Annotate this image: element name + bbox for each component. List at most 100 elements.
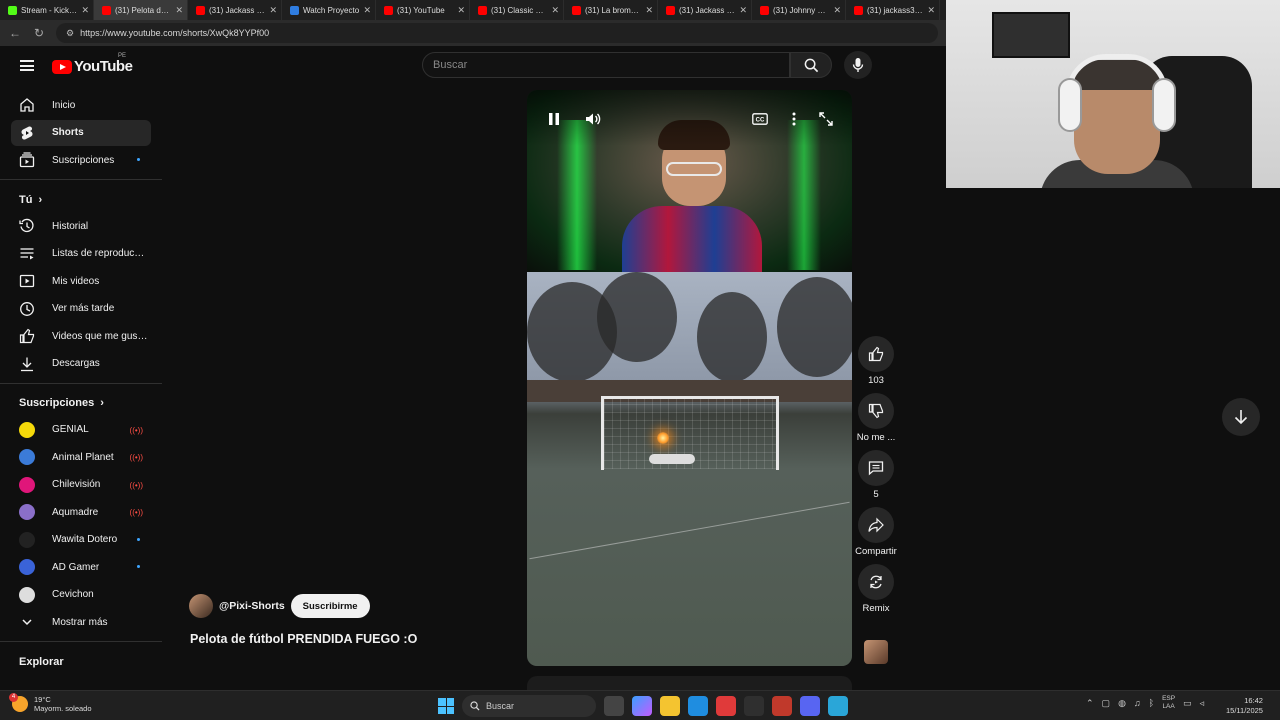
browser-tab[interactable]: (31) Classic Blue ✕ xyxy=(470,0,564,20)
pause-button[interactable] xyxy=(545,110,563,128)
close-icon[interactable]: ✕ xyxy=(457,5,465,16)
app-icon[interactable] xyxy=(772,696,792,716)
windows-start-icon[interactable] xyxy=(438,698,454,714)
tray-app-icon[interactable]: ♫ xyxy=(1134,698,1141,708)
discord-icon[interactable] xyxy=(800,696,820,716)
you-section-heading[interactable]: Tú › xyxy=(0,186,162,213)
network-icon[interactable]: ▭ xyxy=(1183,698,1192,709)
channel-name[interactable]: @Pixi-Shorts xyxy=(219,600,285,612)
show-more-button[interactable]: Mostrar más xyxy=(11,609,151,635)
task-view-icon[interactable] xyxy=(604,696,624,716)
sidebar-item-inicio[interactable]: Inicio xyxy=(11,92,151,118)
browser-tab[interactable]: Stream - Kick Dashboard✕ xyxy=(0,0,94,20)
sidebar-item-ver-más-tarde[interactable]: Ver más tarde xyxy=(11,296,151,322)
subscription-channel[interactable]: Animal Planet ((•)) xyxy=(11,444,151,470)
close-icon[interactable]: ✕ xyxy=(363,5,371,16)
close-icon[interactable]: ✕ xyxy=(81,5,89,16)
subscription-channel[interactable]: GENIAL ((•)) xyxy=(11,417,151,443)
speaker-icon[interactable]: ◃ xyxy=(1200,698,1205,709)
close-icon[interactable]: ✕ xyxy=(645,5,653,16)
tab-favicon-icon xyxy=(290,5,299,15)
subscription-channel[interactable]: Cevichon xyxy=(11,582,151,608)
youtube-logo[interactable]: YouTube PE xyxy=(52,53,133,75)
shorts-player[interactable]: CC xyxy=(527,90,852,666)
sidebar-item-mis-videos[interactable]: Mis videos xyxy=(11,268,151,294)
close-icon[interactable]: ✕ xyxy=(739,5,747,16)
next-short-preview[interactable] xyxy=(527,676,852,690)
sidebar-item-descargas[interactable]: Descargas xyxy=(11,351,151,377)
subscription-channel[interactable]: AD Gamer xyxy=(11,554,151,580)
channel-avatar[interactable] xyxy=(189,594,213,618)
chrome-icon[interactable] xyxy=(744,696,764,716)
back-icon[interactable]: ← xyxy=(8,26,22,40)
close-icon[interactable]: ✕ xyxy=(551,5,559,16)
live-icon: ((•)) xyxy=(129,425,143,435)
share-button[interactable] xyxy=(858,507,894,543)
close-icon[interactable]: ✕ xyxy=(175,5,183,16)
bluetooth-icon[interactable]: ᛒ xyxy=(1149,698,1154,708)
sound-thumbnail[interactable] xyxy=(864,640,888,664)
edge-icon[interactable] xyxy=(688,696,708,716)
remix-button[interactable] xyxy=(858,564,894,600)
comments-action: 5 xyxy=(852,450,900,500)
like-button[interactable] xyxy=(858,336,894,372)
app-icon[interactable] xyxy=(716,696,736,716)
subscribe-button[interactable]: Suscribirme xyxy=(290,594,370,618)
channel-name: GENIAL xyxy=(52,424,89,435)
close-icon[interactable]: ✕ xyxy=(927,5,935,16)
next-short-button[interactable] xyxy=(1222,398,1260,436)
browser-tab[interactable]: (31) Johnny Knox ✕ xyxy=(752,0,846,20)
search-button[interactable] xyxy=(790,52,832,78)
sidebar-item-label: Historial xyxy=(52,220,89,232)
sidebar-item-historial[interactable]: Historial xyxy=(11,213,151,239)
weather-widget[interactable]: 4 19°C Mayorm. soleado xyxy=(9,693,92,713)
channel-avatar xyxy=(19,449,35,465)
address-bar[interactable]: ⚙ https://www.youtube.com/shorts/XwQk8YY… xyxy=(56,23,938,43)
taskbar-search[interactable]: Buscar xyxy=(462,695,596,717)
browser-tab[interactable]: Watch Proyecto ✕ xyxy=(282,0,376,20)
subscription-channel[interactable]: Aqumadre ((•)) xyxy=(11,499,151,525)
site-info-icon[interactable]: ⚙ xyxy=(66,28,74,39)
browser-tab[interactable]: (31) Jackass 3.5 ✕ xyxy=(188,0,282,20)
tab-label: (31) Jackass La g xyxy=(679,5,736,15)
tab-favicon-icon xyxy=(478,5,487,15)
notepad-icon[interactable] xyxy=(828,696,848,716)
subscriptions-section-heading[interactable]: Suscripciones › xyxy=(0,390,162,417)
file-explorer-icon[interactable] xyxy=(660,696,680,716)
sidebar-item-videos-que-me-gustan[interactable]: Videos que me gustan xyxy=(11,323,151,349)
player-controls: CC xyxy=(527,90,852,146)
tray-app-icon[interactable]: ▢ xyxy=(1102,698,1111,709)
close-icon[interactable]: ✕ xyxy=(833,5,841,16)
sun-icon: 4 xyxy=(9,693,28,712)
voice-search-button[interactable] xyxy=(844,51,872,79)
reload-icon[interactable]: ↻ xyxy=(32,26,46,40)
browser-tab[interactable]: (31) YouTube ✕ xyxy=(376,0,470,20)
subscription-channel[interactable]: Wawita Dotero xyxy=(11,527,151,553)
sidebar-item-label: Ver más tarde xyxy=(52,303,115,314)
sidebar-item-listas-de-reproducción[interactable]: Listas de reproducción xyxy=(11,241,151,267)
browser-tab[interactable]: (31) La broma de ✕ xyxy=(564,0,658,20)
browser-tab[interactable]: (31) jackass3D-E ✕ xyxy=(846,0,940,20)
language-indicator[interactable]: ESP LAA xyxy=(1162,695,1175,711)
sidebar-item-suscripciones[interactable]: Suscripciones xyxy=(11,147,151,173)
browser-tab[interactable]: (31) Jackass La g✕ xyxy=(658,0,752,20)
fullscreen-button[interactable] xyxy=(817,110,835,128)
keyboard-layout: LAA xyxy=(1162,703,1175,710)
tray-app-icon[interactable]: ◍ xyxy=(1118,698,1126,709)
copilot-icon[interactable] xyxy=(632,696,652,716)
close-icon[interactable]: ✕ xyxy=(269,5,277,16)
new-content-dot xyxy=(137,565,140,568)
taskbar-clock[interactable]: 16:42 15/11/2025 xyxy=(1226,696,1263,716)
subscription-channel[interactable]: Chilevisión ((•)) xyxy=(11,472,151,498)
browser-tab[interactable]: (31) Pelota de fútbol ✕ xyxy=(94,0,188,20)
volume-button[interactable] xyxy=(584,110,602,128)
search-input[interactable] xyxy=(433,59,779,71)
captions-button[interactable]: CC xyxy=(751,110,769,128)
more-options-button[interactable] xyxy=(785,110,803,128)
menu-icon[interactable] xyxy=(20,60,34,71)
sidebar-item-shorts[interactable]: Shorts xyxy=(11,119,151,146)
live-icon: ((•)) xyxy=(129,453,143,462)
dislike-button[interactable] xyxy=(858,393,894,429)
comments-button[interactable] xyxy=(858,450,894,486)
chevron-up-icon[interactable]: ⌃ xyxy=(1086,698,1094,709)
